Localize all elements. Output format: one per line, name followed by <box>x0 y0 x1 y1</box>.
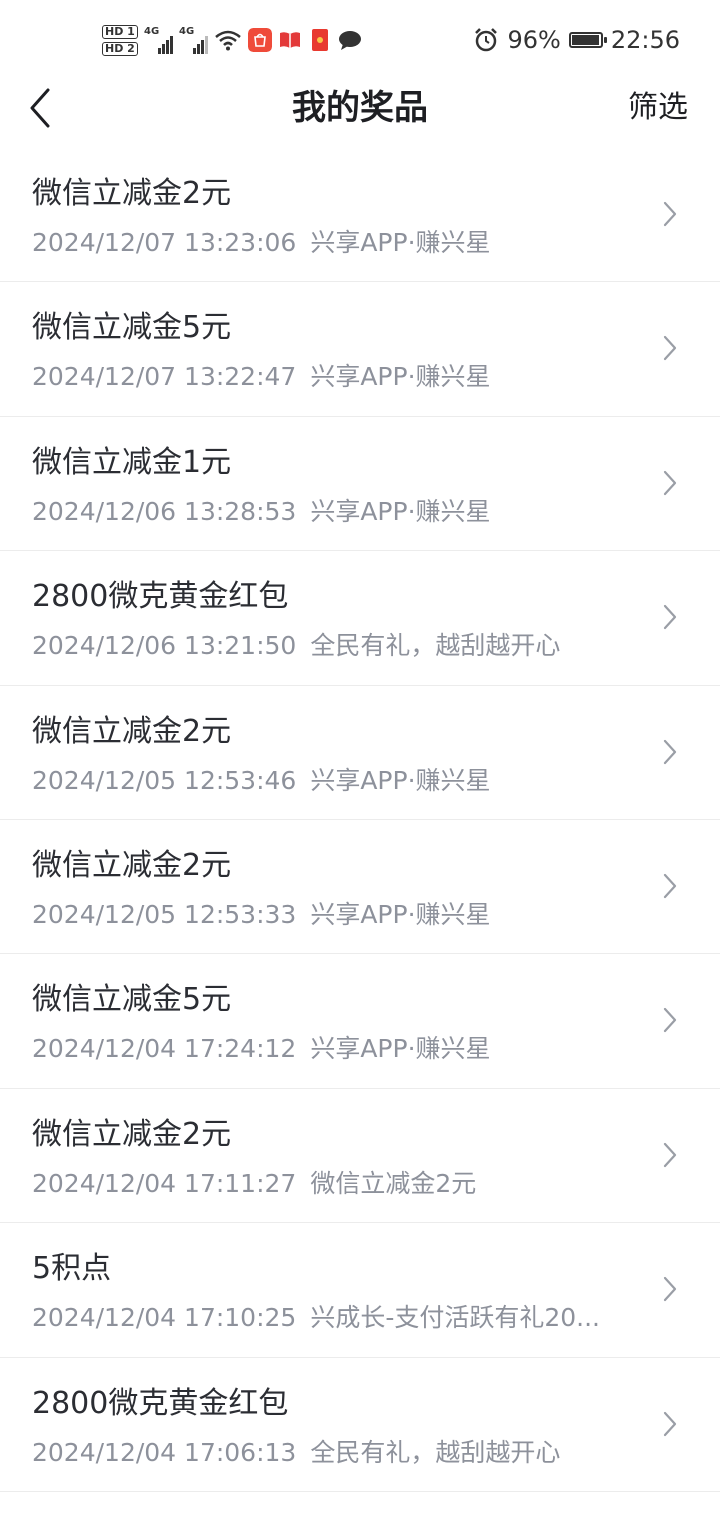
nav-bar: 我的奖品 筛选 <box>0 80 720 136</box>
prize-meta: 2024/12/06 13:28:53 兴享APP·赚兴星 <box>32 497 491 527</box>
battery-percent: 96% <box>507 26 561 54</box>
chevron-right-icon <box>663 739 677 764</box>
prize-source: 兴成长-支付活跃有礼20... <box>310 1303 601 1333</box>
prize-row[interactable]: 微信立减金2元 2024/12/04 17:11:27 微信立减金2元 <box>0 1089 720 1224</box>
wifi-icon <box>215 30 241 51</box>
prize-source: 微信立减金2元 <box>310 1168 477 1198</box>
prize-meta: 2024/12/04 17:06:13 全民有礼，越刮越开心 <box>32 1438 560 1468</box>
prize-row[interactable]: 2800微克黄金红包 2024/12/06 13:21:50 全民有礼，越刮越开心 <box>0 551 720 686</box>
clock: 22:56 <box>610 26 680 54</box>
hd1-badge: HD 1 <box>102 24 138 39</box>
prize-meta: 2024/12/04 17:10:25 兴成长-支付活跃有礼20... <box>32 1303 600 1333</box>
prize-row[interactable]: 微信立减金2元 2024/12/05 12:53:46 兴享APP·赚兴星 <box>0 686 720 820</box>
red-packet-icon <box>312 29 328 51</box>
status-left: HD 1 HD 2 4G 4G <box>102 20 362 60</box>
prize-meta: 2024/12/04 17:24:12 兴享APP·赚兴星 <box>32 1034 491 1064</box>
prize-source: 兴享APP·赚兴星 <box>310 362 491 392</box>
prize-source: 全民有礼，越刮越开心 <box>310 631 561 661</box>
prize-name: 2800微克黄金红包 <box>32 579 289 615</box>
signal-1-icon: 4G <box>144 26 173 54</box>
prize-source: 兴享APP·赚兴星 <box>310 1034 491 1064</box>
prize-meta: 2024/12/06 13:21:50 全民有礼，越刮越开心 <box>32 631 560 661</box>
hd-indicators: HD 1 HD 2 <box>102 24 138 56</box>
chevron-right-icon <box>663 336 677 361</box>
signal-2-icon: 4G <box>179 26 208 54</box>
battery-icon <box>568 32 607 48</box>
prize-meta: 2024/12/05 12:53:46 兴享APP·赚兴星 <box>32 766 491 796</box>
prize-source: 兴享APP·赚兴星 <box>310 765 491 795</box>
prize-name: 微信立减金2元 <box>32 176 232 211</box>
prize-name: 微信立减金5元 <box>32 982 232 1018</box>
shopping-app-icon <box>248 28 272 52</box>
chevron-right-icon <box>663 201 677 227</box>
battery-fill <box>571 35 599 45</box>
chevron-right-icon <box>663 470 677 495</box>
message-icon <box>339 31 361 50</box>
prize-time: 2024/12/07 13:23:06 <box>32 228 297 257</box>
hd2-badge: HD 2 <box>102 41 138 56</box>
prize-time: 2024/12/07 13:22:47 <box>32 362 297 392</box>
status-bar: HD 1 HD 2 4G 4G 96% 22:56 <box>0 0 720 80</box>
prize-row[interactable]: 微信立减金5元 2024/12/04 17:24:12 兴享APP·赚兴星 <box>0 954 720 1089</box>
prize-meta: 2024/12/07 13:23:06 兴享APP·赚兴星 <box>32 228 491 258</box>
status-right: 96% 22:56 <box>473 26 680 54</box>
page-title: 我的奖品 <box>292 88 428 128</box>
prize-meta: 2024/12/04 17:11:27 微信立减金2元 <box>32 1169 476 1199</box>
prize-row[interactable]: 2800微克黄金红包 2024/12/04 17:06:13 全民有礼，越刮越开心 <box>0 1358 720 1492</box>
prize-name: 微信立减金1元 <box>32 444 232 480</box>
prize-name: 微信立减金2元 <box>32 847 232 883</box>
prize-name: 微信立减金5元 <box>32 310 232 346</box>
prize-source: 兴享APP·赚兴星 <box>310 228 491 257</box>
prize-time: 2024/12/04 17:24:12 <box>32 1034 297 1064</box>
prize-name: 5积点 <box>32 1251 112 1287</box>
prize-time: 2024/12/05 12:53:33 <box>32 899 297 929</box>
book-app-icon <box>280 32 300 48</box>
prize-time: 2024/12/06 13:21:50 <box>32 631 297 661</box>
prize-source: 全民有礼，越刮越开心 <box>310 1437 561 1467</box>
prize-row[interactable]: 微信立减金2元 2024/12/05 12:53:33 兴享APP·赚兴星 <box>0 820 720 955</box>
chevron-right-icon <box>663 1411 677 1436</box>
prize-row[interactable]: 微信立减金2元 2024/12/07 13:23:06 兴享APP·赚兴星 <box>0 148 720 283</box>
prize-time: 2024/12/04 17:11:27 <box>32 1168 297 1198</box>
prize-name: 微信立减金2元 <box>32 1116 232 1152</box>
prize-time: 2024/12/04 17:06:13 <box>32 1437 297 1467</box>
prize-time: 2024/12/05 12:53:46 <box>32 765 297 795</box>
chevron-right-icon <box>663 1008 677 1033</box>
prize-time: 2024/12/04 17:10:25 <box>32 1303 297 1333</box>
chevron-right-icon <box>663 605 677 630</box>
prize-name: 微信立减金2元 <box>32 713 232 749</box>
chevron-right-icon <box>663 1277 677 1302</box>
alarm-icon <box>475 28 498 52</box>
prize-name: 2800微克黄金红包 <box>32 1385 289 1421</box>
prize-row[interactable]: 微信立减金5元 2024/12/07 13:22:47 兴享APP·赚兴星 <box>0 282 720 417</box>
prize-row[interactable]: 5积点 2024/12/04 17:10:25 兴成长-支付活跃有礼20... <box>0 1223 720 1358</box>
chevron-right-icon <box>663 1142 677 1167</box>
prize-meta: 2024/12/07 13:22:47 兴享APP·赚兴星 <box>32 362 491 392</box>
prize-meta: 2024/12/05 12:53:33 兴享APP·赚兴星 <box>32 900 491 930</box>
prize-time: 2024/12/06 13:28:53 <box>32 496 297 526</box>
prize-row[interactable]: 微信立减金1元 2024/12/06 13:28:53 兴享APP·赚兴星 <box>0 417 720 552</box>
filter-button[interactable]: 筛选 <box>628 90 688 126</box>
prize-source: 兴享APP·赚兴星 <box>310 899 491 929</box>
prize-source: 兴享APP·赚兴星 <box>310 496 491 526</box>
prize-list: 微信立减金2元 2024/12/07 13:23:06 兴享APP·赚兴星 微信立减金… <box>0 148 720 1492</box>
chevron-right-icon <box>663 873 677 899</box>
